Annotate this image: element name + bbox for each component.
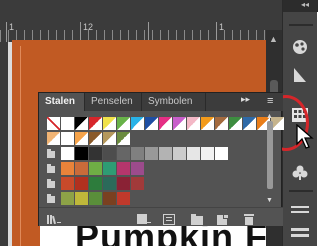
swatch[interactable] <box>159 117 172 130</box>
panel-tab-bar: Stalen Penselen Symbolen ▸▸ ≡ <box>39 93 283 111</box>
swatch[interactable] <box>117 147 130 160</box>
swatch[interactable] <box>61 162 74 175</box>
swatch[interactable] <box>47 132 60 145</box>
swatch[interactable] <box>145 147 158 160</box>
swatch[interactable] <box>61 117 74 130</box>
panel-menu-icon[interactable]: ≡ <box>267 95 273 107</box>
swatch[interactable] <box>61 147 74 160</box>
swatch[interactable] <box>173 117 186 130</box>
tab-swatches[interactable]: Stalen <box>39 93 85 111</box>
ruler-major-tick <box>216 22 217 42</box>
swatch-options-icon[interactable] <box>163 212 175 225</box>
swatch[interactable] <box>131 162 144 175</box>
swatch[interactable] <box>103 132 116 145</box>
swatch-kinds-icon[interactable] <box>137 212 151 224</box>
tab-brushes[interactable]: Penselen <box>85 93 142 111</box>
swatch[interactable] <box>103 177 116 190</box>
swatch[interactable] <box>117 177 130 190</box>
scrollbar-thumb[interactable] <box>267 121 273 189</box>
artwork-guide <box>20 46 21 246</box>
ruler-major-tick <box>148 22 149 42</box>
swatch[interactable] <box>103 117 116 130</box>
swatch[interactable] <box>117 117 130 130</box>
swatch[interactable] <box>201 147 214 160</box>
swatch[interactable] <box>131 117 144 130</box>
scroll-down-arrow-icon[interactable]: ▼ <box>266 197 273 204</box>
swatch[interactable] <box>243 117 256 130</box>
swatch[interactable] <box>229 117 242 130</box>
swatches-panel: Stalen Penselen Symbolen ▸▸ ≡ ▲ ▼ <box>38 92 284 226</box>
panel-scrollbar[interactable]: ▲ ▼ <box>265 113 275 207</box>
color-group-folder-icon[interactable] <box>47 194 55 203</box>
swatch[interactable] <box>75 162 88 175</box>
swatch[interactable] <box>75 147 88 160</box>
swatch[interactable] <box>75 117 88 130</box>
scroll-up-arrow-icon[interactable]: ▲ <box>269 34 278 44</box>
symbols-icon[interactable] <box>287 64 313 86</box>
swatch[interactable] <box>159 147 172 160</box>
swatch[interactable] <box>145 117 158 130</box>
swatch[interactable] <box>89 162 102 175</box>
delete-swatch-icon[interactable] <box>243 212 255 225</box>
swatch[interactable] <box>89 177 102 190</box>
swatch[interactable] <box>61 192 74 205</box>
swatch[interactable] <box>103 147 116 160</box>
swatch[interactable] <box>75 177 88 190</box>
swatch[interactable] <box>215 117 228 130</box>
color-group-folder-icon[interactable] <box>47 149 55 158</box>
swatch[interactable] <box>117 132 130 145</box>
new-swatch-icon[interactable] <box>217 212 229 225</box>
expand-panel-icon[interactable]: ▸▸ <box>241 94 250 105</box>
color-group-folder-icon[interactable] <box>47 179 55 188</box>
swatch[interactable] <box>75 192 88 205</box>
clubs-icon[interactable] <box>287 162 313 184</box>
scroll-up-arrow-icon[interactable]: ▲ <box>266 113 273 120</box>
horizontal-ruler[interactable]: 1 12 1 <box>0 0 282 42</box>
swatch[interactable] <box>89 117 102 130</box>
swatch[interactable] <box>131 177 144 190</box>
vertical-ruler[interactable] <box>0 42 8 246</box>
swatch[interactable] <box>187 147 200 160</box>
swatch[interactable] <box>89 192 102 205</box>
dock-separator <box>289 24 313 26</box>
swatch[interactable] <box>117 162 130 175</box>
ruler-label: 1 <box>219 22 225 32</box>
stroke-icon[interactable] <box>287 200 313 222</box>
brushes-icon[interactable] <box>287 36 313 58</box>
dock-header[interactable]: ◂◂ <box>283 0 318 12</box>
mouse-cursor-icon <box>296 124 314 149</box>
ruler-major-tick <box>6 22 7 42</box>
new-color-group-icon[interactable] <box>191 212 203 225</box>
layers-icon[interactable] <box>287 222 313 244</box>
swatch[interactable] <box>187 117 200 130</box>
swatch[interactable] <box>61 132 74 145</box>
ruler-major-tick <box>80 22 81 42</box>
swatch[interactable] <box>103 192 116 205</box>
swatch[interactable] <box>89 132 102 145</box>
color-group-folder-icon[interactable] <box>47 164 55 173</box>
ruler-label: 1 <box>9 22 15 32</box>
library-menu-icon[interactable] <box>47 212 61 225</box>
panel-bottom-bar <box>39 207 283 226</box>
swatch[interactable] <box>173 147 186 160</box>
swatch[interactable] <box>89 147 102 160</box>
dock-separator <box>289 190 313 192</box>
swatch[interactable] <box>61 177 74 190</box>
swatch[interactable] <box>131 147 144 160</box>
swatch[interactable] <box>103 162 116 175</box>
swatch[interactable] <box>215 147 228 160</box>
swatch[interactable] <box>47 117 60 130</box>
tab-symbols[interactable]: Symbolen <box>142 93 206 111</box>
swatch[interactable] <box>117 192 130 205</box>
ruler-label: 12 <box>83 22 94 32</box>
swatch[interactable] <box>201 117 214 130</box>
collapse-dock-icon[interactable]: ◂◂ <box>301 0 309 9</box>
swatch[interactable] <box>75 132 88 145</box>
